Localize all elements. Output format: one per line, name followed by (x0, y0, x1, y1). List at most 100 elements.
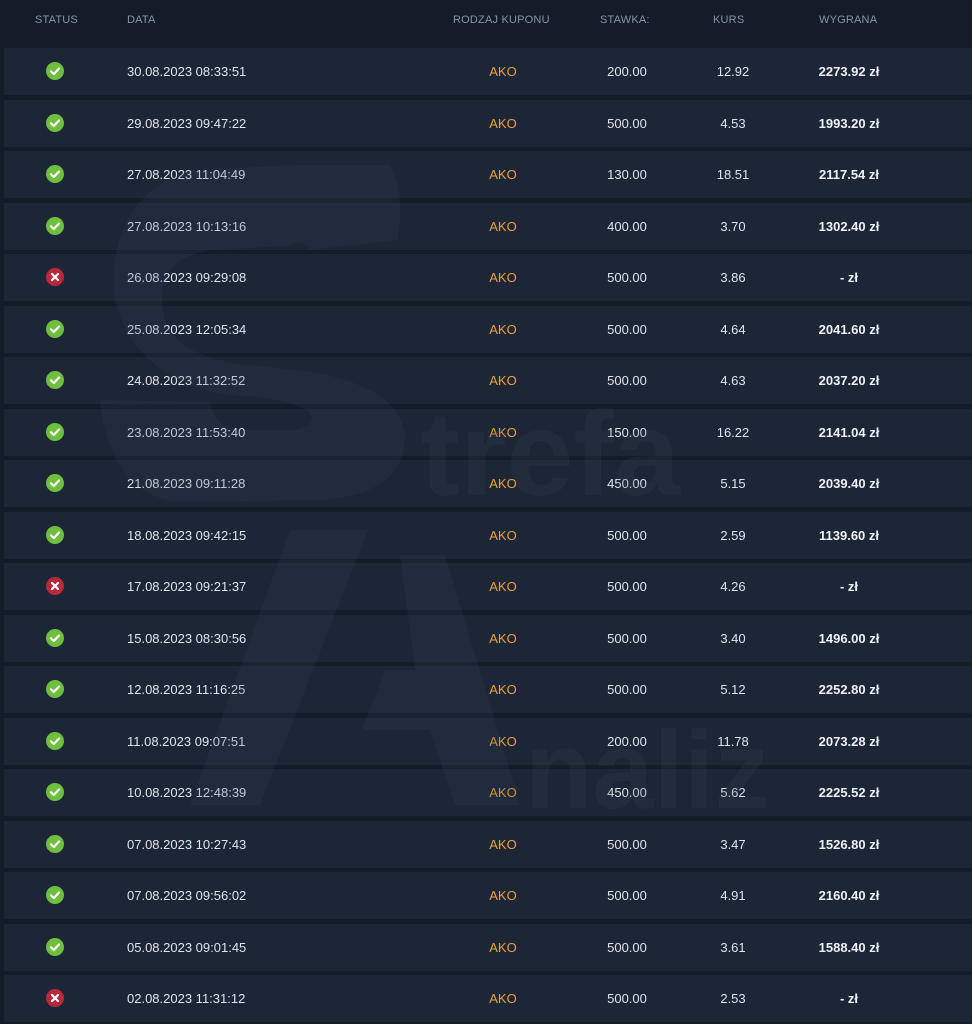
status-cell (46, 357, 64, 404)
coupon-history-page: STATUS DATA RODZAJ KUPONU STAWKA: KURS W… (0, 0, 972, 1024)
stake-cell: 500.00 (607, 991, 647, 1006)
odds-cell: 4.26 (720, 579, 746, 594)
odds-cell: 3.70 (720, 218, 746, 234)
win-cell: 2160.40 zł (818, 888, 880, 903)
status-cell (46, 512, 64, 559)
check-circle-icon (46, 731, 64, 750)
table-row: 12.08.2023 11:16:25 AKO 500.00 5.12 2252.80 … (4, 666, 972, 713)
status-cell (46, 666, 64, 713)
coupon-type-cell: AKO (489, 682, 517, 697)
stake-cell: 450.00 (607, 785, 647, 800)
stake-cell: 500.00 (607, 939, 647, 955)
header-win: WYGRANA (819, 14, 878, 26)
table-row: 27.08.2023 10:13:16 AKO 400.00 3.70 1302.40 … (4, 202, 972, 250)
table-row: 24.08.2023 11:32:52 AKO 500.00 4.63 2037.20 … (4, 357, 972, 404)
coupon-table-body: 30.08.2023 08:33:51 AKO 200.00 12.92 2273.92… (0, 48, 972, 1024)
check-circle-icon (46, 319, 64, 338)
header-coupon-type: RODZAJ KUPONU (453, 14, 550, 26)
stake-cell: 400.00 (607, 218, 647, 234)
stake-cell: 500.00 (607, 630, 647, 646)
check-circle-icon (46, 62, 64, 80)
stake-cell: 500.00 (607, 836, 647, 852)
odds-cell: 3.40 (720, 630, 746, 646)
table-row: 21.08.2023 09:11:28 AKO 450.00 5.15 2039.40 … (4, 460, 972, 507)
odds-cell: 2.53 (720, 991, 746, 1006)
odds-cell: 5.62 (720, 785, 746, 800)
win-cell: 2039.40 zł (818, 476, 880, 491)
stake-cell: 500.00 (607, 115, 647, 131)
odds-cell: 4.91 (720, 888, 746, 903)
coupon-type-cell: AKO (489, 476, 517, 491)
header-date: DATA (127, 14, 156, 26)
date-cell: 26.08.2023 09:29:08 (127, 270, 247, 285)
check-circle-icon (46, 525, 64, 544)
stake-cell: 150.00 (607, 424, 647, 440)
x-circle-icon (46, 268, 64, 286)
table-row: 17.08.2023 09:21:37 AKO 500.00 4.26 - zł (4, 563, 972, 610)
coupon-type-cell: AKO (489, 167, 517, 182)
odds-cell: 5.15 (720, 476, 746, 491)
stake-cell: 200.00 (607, 733, 647, 749)
win-cell: 2117.54 zł (819, 167, 879, 182)
stake-cell: 200.00 (607, 64, 647, 79)
table-row: 29.08.2023 09:47:22 AKO 500.00 4.53 1993.20 … (4, 99, 972, 147)
check-circle-icon (46, 834, 64, 853)
status-cell (46, 100, 64, 147)
date-cell: 24.08.2023 11:32:52 (127, 373, 246, 388)
status-cell (46, 769, 64, 816)
coupon-type-cell: AKO (489, 115, 517, 131)
header-odds: KURS (713, 14, 745, 26)
date-cell: 02.08.2023 11:31:12 (127, 991, 246, 1006)
odds-cell: 4.63 (720, 373, 746, 388)
coupon-type-cell: AKO (489, 321, 517, 337)
stake-cell: 500.00 (607, 579, 647, 594)
table-row: 07.08.2023 09:56:02 AKO 500.00 4.91 2160.40 … (4, 872, 972, 919)
status-cell (46, 48, 64, 95)
odds-cell: 5.12 (720, 682, 746, 697)
stake-cell: 500.00 (607, 270, 647, 285)
header-status: STATUS (35, 14, 78, 26)
date-cell: 27.08.2023 10:13:16 (127, 218, 247, 234)
status-cell (46, 615, 64, 662)
check-circle-icon (46, 422, 64, 441)
check-circle-icon (46, 783, 64, 801)
win-cell: - zł (839, 579, 859, 594)
coupon-type-cell: AKO (489, 579, 517, 594)
stake-cell: 450.00 (607, 476, 647, 491)
status-cell (46, 563, 64, 610)
win-cell: - zł (839, 991, 859, 1006)
date-cell: 18.08.2023 09:42:15 (127, 527, 247, 543)
status-cell (46, 718, 64, 765)
coupon-type-cell: AKO (489, 991, 517, 1006)
status-cell (46, 872, 64, 919)
win-cell: 1496.00 zł (818, 630, 880, 646)
status-cell (46, 821, 64, 868)
odds-cell: 4.53 (720, 115, 746, 131)
date-cell: 27.08.2023 11:04:49 (127, 167, 246, 182)
date-cell: 30.08.2023 08:33:51 (127, 64, 247, 79)
date-cell: 21.08.2023 09:11:28 (127, 476, 246, 491)
coupon-type-cell: AKO (489, 836, 517, 852)
odds-cell: 4.64 (720, 321, 746, 337)
status-cell (46, 254, 64, 301)
x-circle-icon (46, 989, 64, 1007)
odds-cell: 18.51 (716, 167, 750, 182)
table-header: STATUS DATA RODZAJ KUPONU STAWKA: KURS W… (0, 0, 972, 44)
date-cell: 17.08.2023 09:21:37 (127, 579, 247, 594)
coupon-type-cell: AKO (489, 733, 517, 749)
header-stake: STAWKA: (600, 14, 650, 26)
check-circle-icon (46, 113, 64, 132)
coupon-type-cell: AKO (489, 64, 517, 79)
win-cell: 1588.40 zł (818, 939, 880, 955)
date-cell: 23.08.2023 11:53:40 (127, 424, 246, 440)
odds-cell: 12.92 (716, 64, 750, 79)
status-cell (46, 151, 64, 198)
coupon-type-cell: AKO (489, 785, 517, 800)
win-cell: 2037.20 zł (818, 373, 880, 388)
date-cell: 15.08.2023 08:30:56 (127, 630, 247, 646)
date-cell: 05.08.2023 09:01:45 (127, 939, 247, 955)
table-row: 23.08.2023 11:53:40 AKO 150.00 16.22 2141.04… (4, 408, 972, 456)
status-cell (46, 460, 64, 507)
date-cell: 12.08.2023 11:16:25 (127, 682, 246, 697)
coupon-type-cell: AKO (489, 527, 517, 543)
